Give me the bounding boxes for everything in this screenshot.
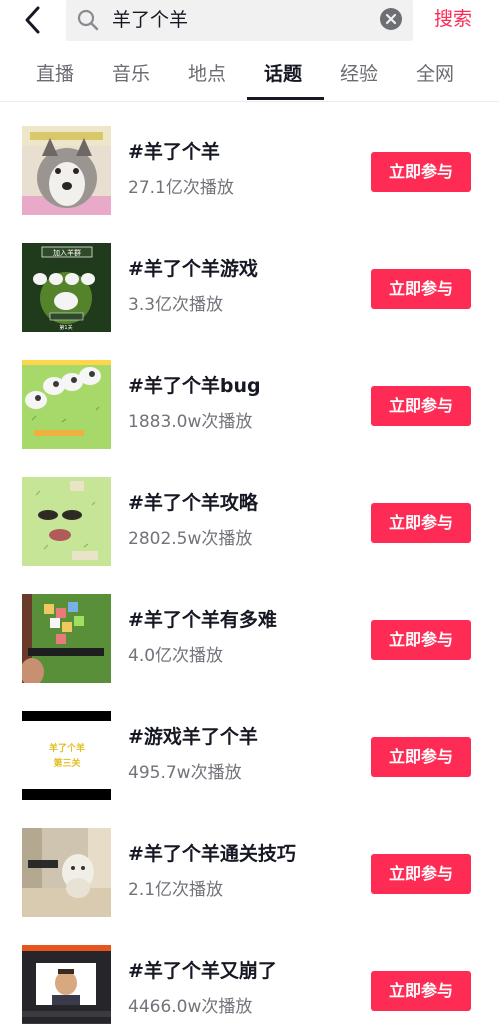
topic-title: #游戏羊了个羊 [128, 726, 258, 748]
topic-thumbnail [22, 360, 111, 449]
play-count: 4.0亿次播放 [128, 646, 224, 666]
topic-title: #羊了个羊游戏 [128, 258, 258, 280]
search-icon [76, 8, 100, 32]
play-count: 1883.0w次播放 [128, 412, 253, 432]
topic-title: #羊了个羊通关技巧 [128, 843, 296, 865]
thumb-caption: 第1关 [59, 324, 72, 331]
topic-row[interactable]: #羊了个羊有多难 4.0亿次播放 立即参与 [0, 570, 499, 687]
topic-row[interactable]: 加入羊群 第1关 #羊了个羊游戏 3.3亿次播放 立即参与 [0, 219, 499, 336]
join-button[interactable]: 立即参与 [371, 503, 471, 543]
topic-thumbnail: 羊了个羊 第三关 [22, 711, 111, 800]
topic-row[interactable]: #羊了个羊bug 1883.0w次播放 立即参与 [0, 336, 499, 453]
clear-icon[interactable] [379, 7, 403, 31]
topic-title: #羊了个羊又崩了 [128, 960, 277, 982]
topic-row[interactable]: #羊了个羊又崩了 4466.0w次播放 立即参与 [0, 921, 499, 1024]
category-tabs: 直播 音乐 地点 话题 经验 全网 [0, 46, 499, 102]
play-count: 2802.5w次播放 [128, 529, 253, 549]
active-tab-indicator [247, 97, 324, 100]
topic-thumbnail [22, 126, 111, 215]
play-count: 27.1亿次播放 [128, 178, 234, 198]
topic-title: #羊了个羊有多难 [128, 609, 277, 631]
thumb-caption: 加入羊群 [53, 248, 81, 257]
topic-row[interactable]: 羊了个羊 第三关 #游戏羊了个羊 495.7w次播放 立即参与 [0, 687, 499, 804]
join-button[interactable]: 立即参与 [371, 737, 471, 777]
topic-title: #羊了个羊 [128, 141, 220, 163]
topic-thumbnail: 加入羊群 第1关 [22, 243, 111, 332]
tab-topics[interactable]: 话题 [264, 60, 302, 88]
tab-music[interactable]: 音乐 [112, 60, 150, 88]
join-button[interactable]: 立即参与 [371, 854, 471, 894]
topic-row[interactable]: #羊了个羊 27.1亿次播放 立即参与 [0, 102, 499, 219]
topic-thumbnail [22, 594, 111, 683]
play-count: 3.3亿次播放 [128, 295, 224, 315]
join-button[interactable]: 立即参与 [371, 620, 471, 660]
topic-row[interactable]: #羊了个羊通关技巧 2.1亿次播放 立即参与 [0, 804, 499, 921]
tab-all-web[interactable]: 全网 [416, 60, 454, 88]
search-button[interactable]: 搜索 [434, 6, 472, 32]
tab-location[interactable]: 地点 [188, 60, 226, 88]
topic-row[interactable]: #羊了个羊攻略 2802.5w次播放 立即参与 [0, 453, 499, 570]
back-arrow-icon[interactable] [18, 4, 50, 36]
thumb-caption: 羊了个羊 [49, 742, 85, 754]
topic-title: #羊了个羊攻略 [128, 492, 258, 514]
topic-thumbnail [22, 477, 111, 566]
search-bar: 羊了个羊 搜索 [0, 0, 499, 44]
tab-experience[interactable]: 经验 [340, 60, 378, 88]
play-count: 495.7w次播放 [128, 763, 242, 783]
play-count: 2.1亿次播放 [128, 880, 224, 900]
join-button[interactable]: 立即参与 [371, 269, 471, 309]
join-button[interactable]: 立即参与 [371, 152, 471, 192]
search-input[interactable]: 羊了个羊 [66, 0, 413, 41]
join-button[interactable]: 立即参与 [371, 386, 471, 426]
topic-thumbnail [22, 828, 111, 917]
topic-thumbnail [22, 945, 111, 1024]
search-query-text[interactable]: 羊了个羊 [112, 7, 188, 33]
tab-live[interactable]: 直播 [36, 60, 74, 88]
topic-title: #羊了个羊bug [128, 375, 261, 397]
thumb-caption: 第三关 [53, 757, 80, 769]
play-count: 4466.0w次播放 [128, 997, 253, 1017]
join-button[interactable]: 立即参与 [371, 971, 471, 1011]
